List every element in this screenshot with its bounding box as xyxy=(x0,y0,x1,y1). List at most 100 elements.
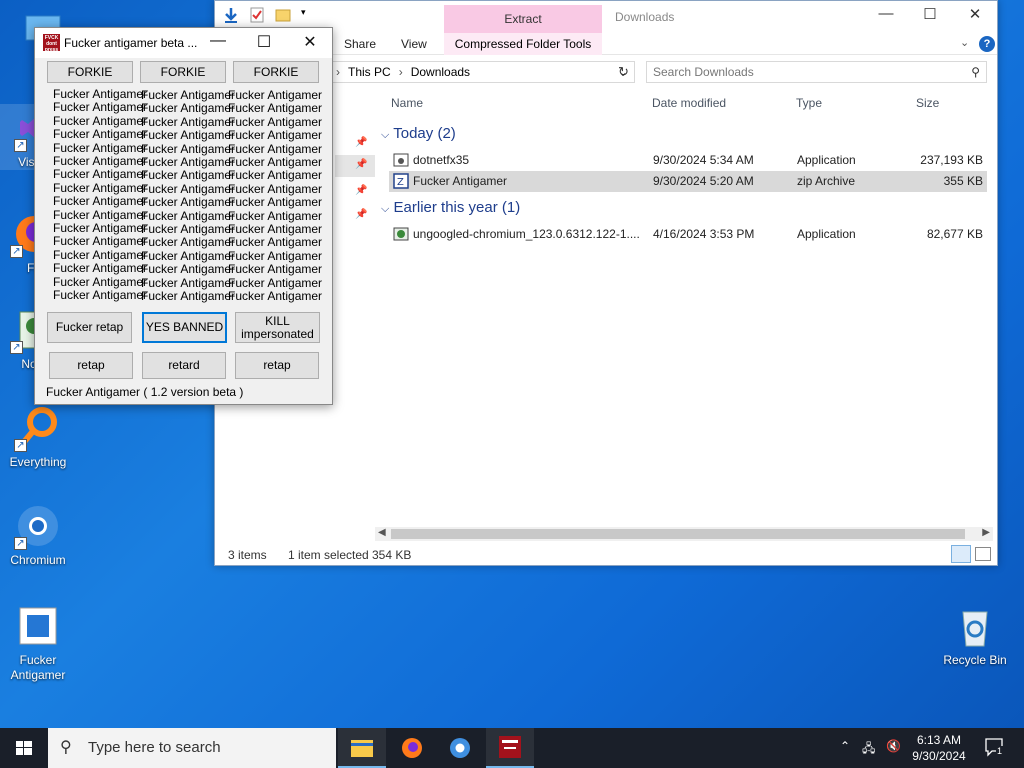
large-icons-view-icon[interactable] xyxy=(975,547,991,561)
taskbar-search-input[interactable]: ⚲ Type here to search xyxy=(48,728,336,768)
quick-access-toolbar: ▾ xyxy=(223,7,311,23)
application-window-icon xyxy=(14,602,62,650)
antigamer-app-window[interactable]: FVCK dont press Fucker antigamer beta ... … xyxy=(34,27,333,405)
kill-impersonated-button[interactable]: KILL impersonated xyxy=(235,312,320,343)
start-button[interactable] xyxy=(0,728,48,768)
retard-button[interactable]: retard xyxy=(142,352,226,379)
pin-icon[interactable]: 📌 xyxy=(355,137,367,148)
desktop-icon-fucker-antigamer[interactable]: Fucker Antigamer xyxy=(0,602,76,683)
download-arrow-icon[interactable] xyxy=(223,7,239,23)
yes-banned-button[interactable]: YES BANNED xyxy=(142,312,227,343)
breadcrumb-downloads[interactable]: Downloads xyxy=(411,65,470,79)
volume-muted-icon[interactable]: 🔇 xyxy=(886,739,901,753)
taskbar-chromium[interactable] xyxy=(436,728,484,768)
breadcrumb-this-pc[interactable]: This PC xyxy=(348,65,391,79)
column-header-size[interactable]: Size xyxy=(916,96,939,110)
pin-icon[interactable]: 📌 xyxy=(355,185,367,196)
antigamer-list-item: Fucker Antigamer xyxy=(141,195,236,210)
show-hidden-icons[interactable]: ⌃ xyxy=(840,739,850,753)
scroll-left-arrow-icon[interactable]: ◀ xyxy=(378,527,386,538)
tab-compressed-folder-tools[interactable]: Compressed Folder Tools xyxy=(444,33,602,55)
help-icon[interactable]: ? xyxy=(979,36,995,52)
close-button[interactable]: ✕ xyxy=(960,5,990,23)
fucker-retap-button[interactable]: Fucker retap xyxy=(47,312,132,343)
desktop-icon-everything[interactable]: ↗ Everything xyxy=(0,404,76,470)
app-titlebar[interactable]: FVCK dont press Fucker antigamer beta ... … xyxy=(35,28,332,58)
desktop-icon-label: Everything xyxy=(9,455,67,469)
search-input[interactable]: Search Downloads ⚲ xyxy=(646,61,987,83)
antigamer-list-item: Fucker Antigamer xyxy=(53,261,148,276)
file-row-selected[interactable]: Z Fucker Antigamer 9/30/2024 5:20 AM zip… xyxy=(389,171,987,192)
tab-view[interactable]: View xyxy=(401,37,427,51)
folder-icon xyxy=(351,740,373,757)
forkie-button-3[interactable]: FORKIE xyxy=(233,61,319,83)
chromium-icon xyxy=(450,738,470,758)
app-maximize-button[interactable]: ☐ xyxy=(252,32,276,52)
retap-button-1[interactable]: retap xyxy=(49,352,133,379)
antigamer-list-column: Fucker Antigamer Fucker Antigamer Fucker A… xyxy=(53,87,148,303)
antigamer-list-item: Fucker Antigamer xyxy=(53,247,148,262)
app-minimize-button[interactable]: — xyxy=(206,32,230,50)
antigamer-list-item: Fucker Antigamer xyxy=(228,128,323,143)
shortcut-arrow-icon: ↗ xyxy=(14,139,27,152)
refresh-icon[interactable]: ↻ xyxy=(618,64,629,80)
horizontal-scrollbar[interactable]: ◀ ▶ xyxy=(375,527,993,541)
antigamer-list-item: Fucker Antigamer xyxy=(141,141,236,156)
taskbar-file-explorer[interactable] xyxy=(338,728,386,768)
new-folder-icon[interactable] xyxy=(275,7,291,23)
shortcut-arrow-icon: ↗ xyxy=(14,537,27,550)
antigamer-list-item: Fucker Antigamer xyxy=(141,88,236,102)
app-logo-icon xyxy=(499,736,521,758)
details-view-icon[interactable] xyxy=(951,545,971,563)
antigamer-list-item: Fucker Antigamer xyxy=(228,195,323,210)
forkie-button-1[interactable]: FORKIE xyxy=(47,61,133,83)
file-size: 237,193 KB xyxy=(920,153,983,167)
address-bar[interactable]: › This PC › Downloads ⌄ xyxy=(331,61,635,83)
retap-button-2[interactable]: retap xyxy=(235,352,319,379)
desktop-icon-recycle-bin[interactable]: Recycle Bin xyxy=(937,602,1013,668)
minimize-button[interactable]: — xyxy=(871,5,901,22)
group-header-today[interactable]: ⌵ Today (2) xyxy=(381,125,456,142)
scroll-right-arrow-icon[interactable]: ▶ xyxy=(982,527,990,538)
antigamer-list-column: Fucker Antigamer Fucker Antigamer Fucker A… xyxy=(141,88,235,304)
column-header-date[interactable]: Date modified xyxy=(652,96,726,110)
antigamer-list-item: Fucker Antigamer xyxy=(228,289,323,304)
file-row[interactable]: dotnetfx35 9/30/2024 5:34 AM Application… xyxy=(389,150,987,171)
antigamer-list-item: Fucker Antigamer xyxy=(228,208,323,223)
antigamer-list-item: Fucker Antigamer xyxy=(141,208,236,223)
network-icon[interactable]: 🖧 xyxy=(862,739,875,760)
file-date: 9/30/2024 5:34 AM xyxy=(653,153,754,167)
column-header-type[interactable]: Type xyxy=(796,96,822,110)
status-size: 354 KB xyxy=(372,548,412,562)
system-clock[interactable]: 6:13 AM 9/30/2024 xyxy=(908,732,970,764)
customize-toolbar-icon[interactable]: ▾ xyxy=(301,7,311,23)
desktop-icon-label: Fucker Antigamer xyxy=(10,653,66,682)
properties-icon[interactable] xyxy=(249,7,265,23)
file-date: 9/30/2024 5:20 AM xyxy=(653,174,754,188)
extract-context-tab[interactable]: Extract xyxy=(444,5,602,33)
column-header-name[interactable]: Name xyxy=(391,96,423,110)
tab-share[interactable]: Share xyxy=(344,37,376,51)
nav-selected-item[interactable]: 📌 xyxy=(335,155,375,177)
pin-icon[interactable]: 📌 xyxy=(355,209,367,220)
ribbon-expand-icon[interactable]: ⌄ xyxy=(960,36,969,49)
notifications-icon[interactable]: 1 xyxy=(984,737,1004,757)
maximize-button[interactable]: ☐ xyxy=(915,5,945,23)
column-headers: Name Date modified Type Size xyxy=(385,93,991,115)
antigamer-list-item: Fucker Antigamer xyxy=(228,155,323,170)
forkie-button-2[interactable]: FORKIE xyxy=(140,61,226,83)
group-header-earlier[interactable]: ⌵ Earlier this year (1) xyxy=(381,199,520,216)
windows-logo-icon xyxy=(16,741,32,755)
clock-time: 6:13 AM xyxy=(916,733,962,747)
chevron-down-icon: ⌵ xyxy=(381,203,390,215)
taskbar-antigamer[interactable] xyxy=(486,728,534,768)
scrollbar-thumb[interactable] xyxy=(391,529,965,539)
desktop-icon-chromium[interactable]: ↗ Chromium xyxy=(0,502,76,568)
app-close-button[interactable]: ✕ xyxy=(298,32,322,52)
taskbar-firefox[interactable] xyxy=(388,728,436,768)
application-file-icon xyxy=(393,152,409,168)
antigamer-list-item: Fucker Antigamer xyxy=(53,234,148,249)
recycle-bin-icon xyxy=(951,602,999,650)
file-row[interactable]: ungoogled-chromium_123.0.6312.122-1.... … xyxy=(389,224,987,245)
antigamer-list-item: Fucker Antigamer xyxy=(53,288,148,303)
